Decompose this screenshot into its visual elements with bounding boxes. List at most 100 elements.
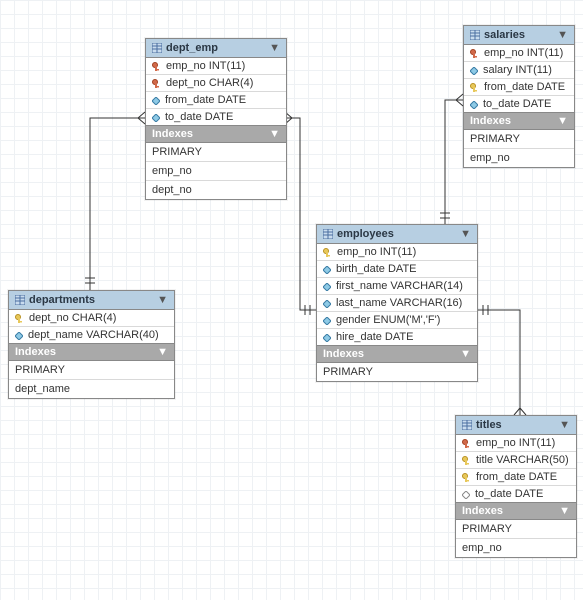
index-row[interactable]: dept_name <box>9 380 174 398</box>
index-row[interactable]: PRIMARY <box>146 143 286 162</box>
column-row[interactable]: from_date DATE <box>456 469 576 486</box>
index-row[interactable]: PRIMARY <box>9 361 174 380</box>
column-label: gender ENUM('M','F') <box>336 314 440 326</box>
column-label: from_date DATE <box>165 94 246 106</box>
column-list: emp_no INT(11)birth_date DATE first_name … <box>317 244 477 345</box>
index-row[interactable]: emp_no <box>456 539 576 557</box>
key-icon <box>462 439 471 448</box>
column-row[interactable]: emp_no INT(11) <box>146 58 286 75</box>
index-label: emp_no <box>470 152 510 164</box>
indexes-header[interactable]: Indexes ▼ <box>464 112 574 130</box>
index-row[interactable]: emp_no <box>464 149 574 167</box>
column-row[interactable]: emp_no INT(11) <box>464 45 574 62</box>
column-label: emp_no INT(11) <box>476 437 555 449</box>
indexes-header[interactable]: Indexes▼ <box>456 502 576 520</box>
column-row[interactable]: to_date DATE <box>456 486 576 502</box>
entity-title: employees <box>337 228 456 240</box>
indexes-header[interactable]: Indexes ▼ <box>146 125 286 143</box>
column-row[interactable]: salary INT(11) <box>464 62 574 79</box>
entity-salaries[interactable]: salaries ▼ emp_no INT(11) salary INT(11) f… <box>463 25 575 168</box>
column-label: last_name VARCHAR(16) <box>336 297 462 309</box>
chevron-down-icon[interactable]: ▼ <box>460 228 471 240</box>
entity-header[interactable]: employees ▼ <box>317 225 477 244</box>
diamond-icon <box>323 265 331 273</box>
table-icon <box>323 229 333 239</box>
column-row[interactable]: dept_name VARCHAR(40) <box>9 327 174 343</box>
column-row[interactable]: from_date DATE <box>146 92 286 109</box>
index-row[interactable]: PRIMARY <box>317 363 477 381</box>
column-row[interactable]: gender ENUM('M','F') <box>317 312 477 329</box>
chevron-down-icon[interactable]: ▼ <box>269 42 280 54</box>
index-label: emp_no <box>152 165 192 177</box>
column-row[interactable]: emp_no INT(11) <box>317 244 477 261</box>
indexes-header[interactable]: Indexes ▼ <box>9 343 174 361</box>
column-row[interactable]: dept_no CHAR(4) <box>9 310 174 327</box>
column-label: to_date DATE <box>483 98 551 110</box>
column-row[interactable]: title VARCHAR(50) <box>456 452 576 469</box>
column-list: dept_no CHAR(4) dept_name VARCHAR(40) <box>9 310 174 343</box>
key-icon <box>462 456 471 465</box>
index-row[interactable]: dept_no <box>146 181 286 199</box>
chevron-down-icon[interactable]: ▼ <box>559 505 570 517</box>
column-label: emp_no INT(11) <box>166 60 245 72</box>
column-row[interactable]: from_date DATE <box>464 79 574 96</box>
entity-header[interactable]: salaries ▼ <box>464 26 574 45</box>
chevron-down-icon[interactable]: ▼ <box>557 115 568 127</box>
column-label: salary INT(11) <box>483 64 552 76</box>
index-list: PRIMARYemp_no <box>456 520 576 557</box>
column-row[interactable]: birth_date DATE <box>317 261 477 278</box>
index-label: PRIMARY <box>15 364 65 376</box>
key-icon <box>470 83 479 92</box>
column-list: emp_no INT(11) dept_no CHAR(4) from_date D… <box>146 58 286 125</box>
chevron-down-icon[interactable]: ▼ <box>460 348 471 360</box>
index-row[interactable]: emp_no <box>146 162 286 181</box>
diamond-icon <box>323 282 331 290</box>
chevron-down-icon[interactable]: ▼ <box>157 294 168 306</box>
entity-titles[interactable]: titles ▼ emp_no INT(11) title VARCHAR(50)… <box>455 415 577 558</box>
chevron-down-icon[interactable]: ▼ <box>559 419 570 431</box>
index-list: PRIMARY emp_no <box>464 130 574 167</box>
column-row[interactable]: first_name VARCHAR(14) <box>317 278 477 295</box>
diamond-icon <box>152 96 160 104</box>
index-row[interactable]: PRIMARY <box>456 520 576 539</box>
chevron-down-icon[interactable]: ▼ <box>557 29 568 41</box>
indexes-header[interactable]: Indexes▼ <box>317 345 477 363</box>
column-label: first_name VARCHAR(14) <box>336 280 463 292</box>
chevron-down-icon[interactable]: ▼ <box>269 128 280 140</box>
column-label: to_date DATE <box>475 488 543 500</box>
indexes-label: Indexes <box>15 346 56 358</box>
column-label: hire_date DATE <box>336 331 413 343</box>
entity-dept-emp[interactable]: dept_emp ▼ emp_no INT(11) dept_no CHAR(4)… <box>145 38 287 200</box>
index-label: dept_no <box>152 184 192 196</box>
table-icon <box>462 420 472 430</box>
entity-header[interactable]: dept_emp ▼ <box>146 39 286 58</box>
key-icon <box>152 62 161 71</box>
entity-departments[interactable]: departments ▼ dept_no CHAR(4) dept_name V… <box>8 290 175 399</box>
key-icon <box>470 49 479 58</box>
column-row[interactable]: emp_no INT(11) <box>456 435 576 452</box>
column-label: emp_no INT(11) <box>484 47 563 59</box>
indexes-label: Indexes <box>152 128 193 140</box>
index-list: PRIMARY emp_no dept_no <box>146 143 286 199</box>
column-label: dept_no CHAR(4) <box>166 77 253 89</box>
column-row[interactable]: dept_no CHAR(4) <box>146 75 286 92</box>
index-row[interactable]: PRIMARY <box>464 130 574 149</box>
column-row[interactable]: hire_date DATE <box>317 329 477 345</box>
entity-header[interactable]: titles ▼ <box>456 416 576 435</box>
diamond-icon <box>462 490 470 498</box>
column-label: title VARCHAR(50) <box>476 454 569 466</box>
indexes-label: Indexes <box>470 115 511 127</box>
column-label: from_date DATE <box>484 81 565 93</box>
er-diagram-canvas[interactable]: dept_emp ▼ emp_no INT(11) dept_no CHAR(4)… <box>0 0 583 600</box>
column-label: dept_no CHAR(4) <box>29 312 116 324</box>
column-list: emp_no INT(11) salary INT(11) from_date DA… <box>464 45 574 112</box>
column-row[interactable]: last_name VARCHAR(16) <box>317 295 477 312</box>
entity-employees[interactable]: employees ▼ emp_no INT(11)birth_date DAT… <box>316 224 478 382</box>
diamond-icon <box>15 331 23 339</box>
column-row[interactable]: to_date DATE <box>146 109 286 125</box>
chevron-down-icon[interactable]: ▼ <box>157 346 168 358</box>
entity-header[interactable]: departments ▼ <box>9 291 174 310</box>
index-list: PRIMARY <box>317 363 477 381</box>
key-icon <box>152 79 161 88</box>
column-row[interactable]: to_date DATE <box>464 96 574 112</box>
